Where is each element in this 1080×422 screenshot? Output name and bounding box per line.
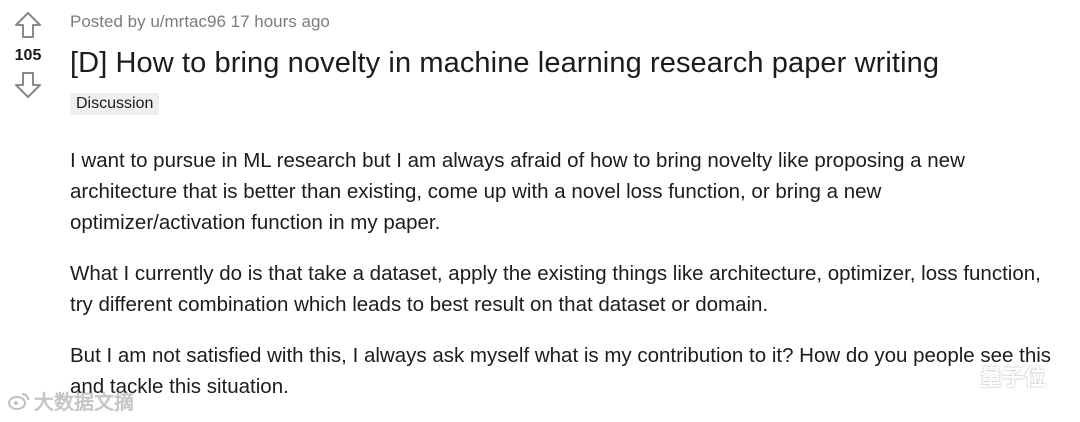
post-container: Posted by u/mrtac96 17 hours ago [D] How… xyxy=(70,0,1060,422)
watermark-left-text: 大数据文摘 xyxy=(34,392,134,414)
wechat-logo-icon xyxy=(944,365,973,386)
vote-column: 105 xyxy=(0,8,56,102)
watermark-right-text: 量子位 xyxy=(979,365,1046,390)
vote-count: 105 xyxy=(14,47,42,64)
upvote-button[interactable] xyxy=(11,8,45,42)
post-paragraph-3: But I am not satisfied with this, I alwa… xyxy=(70,344,1052,398)
post-meta: Posted by u/mrtac96 17 hours ago xyxy=(70,12,330,31)
weibo-logo-icon xyxy=(8,392,29,410)
flair-badge[interactable]: Discussion xyxy=(70,93,160,115)
watermark-left: 大数据文摘 xyxy=(8,386,134,415)
post-body: I want to pursue in ML research but I am… xyxy=(70,145,1060,402)
arrow-down-outline-icon xyxy=(15,72,41,98)
post-title[interactable]: [D] How to bring novelty in machine lear… xyxy=(70,45,1060,81)
post-paragraph-2: What I currently do is that take a datas… xyxy=(70,262,1041,316)
watermark-right: 量子位 xyxy=(944,360,1046,392)
downvote-button[interactable] xyxy=(11,68,45,102)
post-paragraph-1: I want to pursue in ML research but I am… xyxy=(70,149,965,234)
arrow-up-outline-icon xyxy=(15,12,41,38)
